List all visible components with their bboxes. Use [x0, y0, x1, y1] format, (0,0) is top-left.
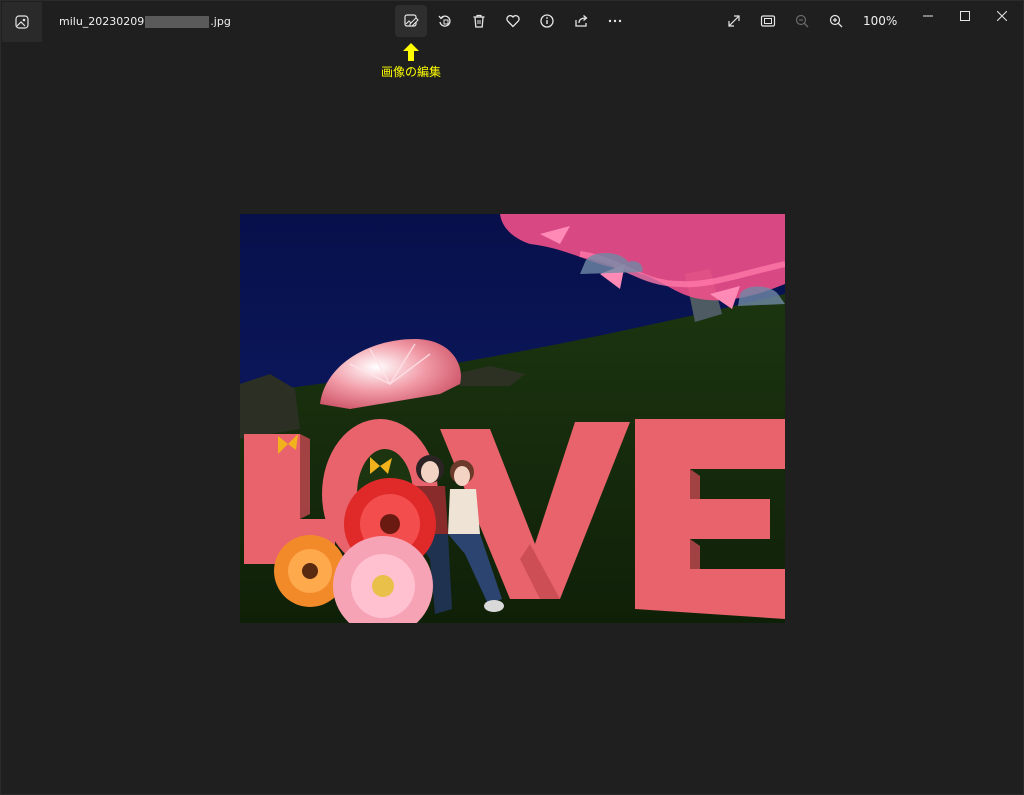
file-name: milu_20230209 .jpg — [59, 15, 231, 28]
edit-image-button[interactable] — [395, 5, 427, 37]
file-name-prefix: milu_20230209 — [59, 15, 145, 28]
info-icon — [540, 14, 554, 28]
photos-app-window: milu_20230209 .jpg 100% 画像の編集 — [0, 0, 1024, 795]
app-icon-button[interactable] — [2, 2, 42, 42]
zoom-out-button[interactable] — [786, 5, 818, 37]
favorite-button[interactable] — [497, 5, 529, 37]
displayed-photo — [240, 214, 785, 623]
photo-illustration — [240, 214, 785, 623]
fit-window-icon — [760, 15, 776, 27]
edit-image-icon — [404, 14, 419, 27]
more-options-icon — [608, 19, 622, 23]
zoom-out-icon — [795, 14, 809, 28]
minimize-icon — [923, 15, 933, 17]
full-screen-button[interactable] — [718, 5, 750, 37]
edit-annotation: 画像の編集 — [371, 43, 451, 80]
delete-icon — [473, 14, 485, 28]
zoom-level[interactable]: 100% — [863, 14, 897, 28]
expand-icon — [728, 15, 740, 27]
share-button[interactable] — [565, 5, 597, 37]
file-name-suffix: .jpg — [210, 15, 231, 28]
zoom-in-button[interactable] — [820, 5, 852, 37]
title-toolbar: milu_20230209 .jpg 100% — [1, 1, 1024, 43]
arrow-up-icon — [403, 43, 419, 61]
delete-button[interactable] — [463, 5, 495, 37]
favorite-heart-icon — [506, 15, 520, 28]
share-icon — [575, 15, 588, 27]
photos-app-icon — [15, 15, 29, 29]
zoom-in-icon — [829, 14, 843, 28]
fit-to-window-button[interactable] — [752, 5, 784, 37]
more-options-button[interactable] — [599, 5, 631, 37]
redacted-region — [145, 15, 210, 28]
rotate-button[interactable] — [429, 5, 461, 37]
annotation-label: 画像の編集 — [380, 65, 441, 79]
close-button[interactable] — [979, 1, 1024, 31]
close-icon — [997, 11, 1007, 21]
maximize-icon — [960, 11, 970, 21]
info-button[interactable] — [531, 5, 563, 37]
rotate-icon — [438, 15, 451, 27]
